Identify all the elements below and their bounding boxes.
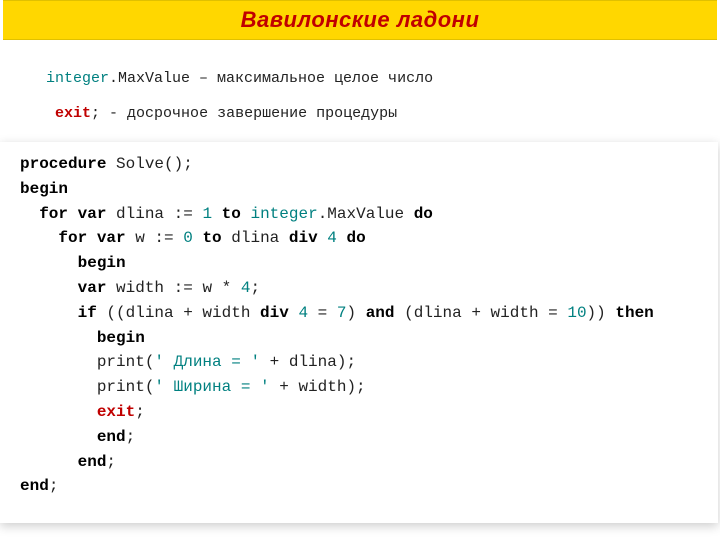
- def-exit-text: - досрочное завершение процедуры: [100, 105, 397, 122]
- definitions-block: integer.MaxValue – максимальное целое чи…: [46, 70, 720, 122]
- page-title: Вавилонские ладони: [241, 7, 480, 32]
- def-exit-semi: ;: [91, 105, 100, 122]
- title-bar: Вавилонские ладони: [3, 0, 717, 40]
- def-integer-maxvalue: integer.MaxValue – максимальное целое чи…: [46, 70, 720, 87]
- def-exit-keyword: exit: [55, 105, 91, 122]
- code-content: procedure Solve(); begin for var dlina :…: [20, 152, 698, 499]
- def-integer-text: .MaxValue – максимальное целое число: [109, 70, 433, 87]
- def-exit: exit; - досрочное завершение процедуры: [46, 105, 720, 122]
- code-block: procedure Solve(); begin for var dlina :…: [0, 142, 718, 523]
- def-integer-keyword: integer: [46, 70, 109, 87]
